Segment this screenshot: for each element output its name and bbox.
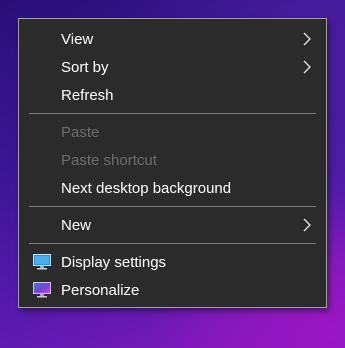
- menu-item-label: Refresh: [61, 86, 114, 104]
- menu-item-label: New: [61, 216, 92, 234]
- menu-item-label: Display settings: [61, 253, 167, 271]
- menu-item-sort-by[interactable]: Sort by: [19, 53, 326, 81]
- monitor-icon: [33, 254, 51, 270]
- chevron-right-icon: [303, 60, 311, 74]
- menu-item-paste: Paste: [19, 118, 326, 146]
- desktop-context-menu: View Sort by Refresh Paste Paste shortcu…: [18, 18, 327, 308]
- menu-item-personalize[interactable]: Personalize: [19, 276, 326, 304]
- menu-item-label: Sort by: [61, 58, 109, 76]
- chevron-right-icon: [303, 218, 311, 232]
- chevron-right-icon: [303, 32, 311, 46]
- menu-item-refresh[interactable]: Refresh: [19, 81, 326, 109]
- menu-item-next-desktop-background[interactable]: Next desktop background: [19, 174, 326, 202]
- menu-item-paste-shortcut: Paste shortcut: [19, 146, 326, 174]
- menu-separator: [29, 113, 316, 114]
- menu-item-display-settings[interactable]: Display settings: [19, 248, 326, 276]
- menu-item-label: Paste: [61, 123, 100, 141]
- menu-separator: [29, 206, 316, 207]
- menu-item-label: Personalize: [61, 281, 140, 299]
- menu-item-view[interactable]: View: [19, 25, 326, 53]
- menu-item-label: Paste shortcut: [61, 151, 157, 169]
- menu-separator: [29, 243, 316, 244]
- menu-item-label: Next desktop background: [61, 179, 232, 197]
- menu-item-label: View: [61, 30, 94, 48]
- menu-item-new[interactable]: New: [19, 211, 326, 239]
- personalize-monitor-icon: [33, 282, 51, 298]
